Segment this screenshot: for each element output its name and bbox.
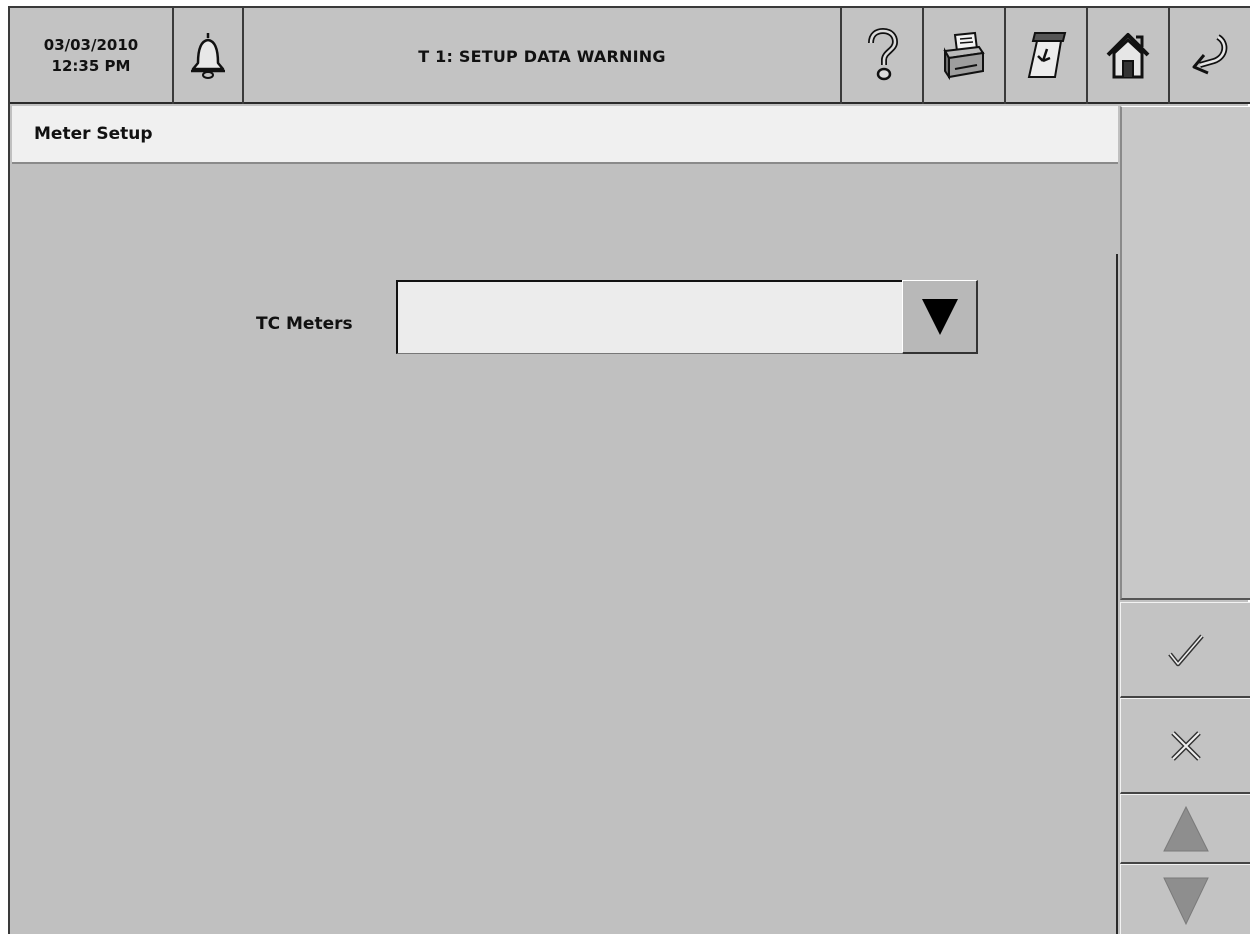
help-icon	[868, 28, 899, 81]
receipt-icon	[1027, 32, 1067, 78]
back-icon	[1192, 34, 1228, 75]
screen: 03/03/2010 12:35 PM T 1: SETUP DATA WARN…	[8, 6, 1250, 934]
back-button[interactable]	[1170, 8, 1250, 104]
home-icon	[1106, 33, 1150, 79]
cancel-button[interactable]	[1120, 698, 1250, 794]
receipt-button[interactable]	[1006, 8, 1088, 104]
screen-title: T 1: SETUP DATA WARNING	[244, 8, 842, 104]
time-text: 12:35 PM	[51, 57, 131, 75]
triangle-down-icon	[921, 298, 958, 335]
date-time-display: 03/03/2010 12:35 PM	[10, 8, 174, 104]
bell-icon	[191, 33, 225, 79]
arrow-up-icon	[1162, 805, 1209, 851]
top-bar: 03/03/2010 12:35 PM T 1: SETUP DATA WARN…	[10, 6, 1250, 104]
scroll-down-button[interactable]	[1120, 864, 1250, 934]
scroll-up-button[interactable]	[1120, 794, 1250, 864]
page-title: Meter Setup	[34, 124, 153, 144]
check-icon	[1167, 634, 1204, 666]
panel-divider	[1116, 254, 1118, 934]
print-icon	[943, 31, 985, 81]
home-button[interactable]	[1088, 8, 1170, 104]
arrow-down-icon	[1162, 877, 1209, 925]
alarm-button[interactable]	[174, 8, 244, 104]
tc-meters-dropdown-button[interactable]	[902, 280, 978, 354]
cancel-x-icon	[1170, 730, 1201, 761]
right-sidebar	[1120, 106, 1250, 934]
accept-button[interactable]	[1120, 602, 1250, 698]
sidebar-empty-panel	[1120, 106, 1250, 600]
help-button[interactable]	[842, 8, 924, 104]
tc-meters-label: TC Meters	[256, 314, 353, 334]
print-button[interactable]	[924, 8, 1006, 104]
main-panel: TC Meters	[10, 166, 1120, 934]
page-header: Meter Setup	[12, 106, 1118, 164]
tc-meters-dropdown[interactable]	[396, 280, 978, 354]
date-text: 03/03/2010	[43, 36, 139, 54]
